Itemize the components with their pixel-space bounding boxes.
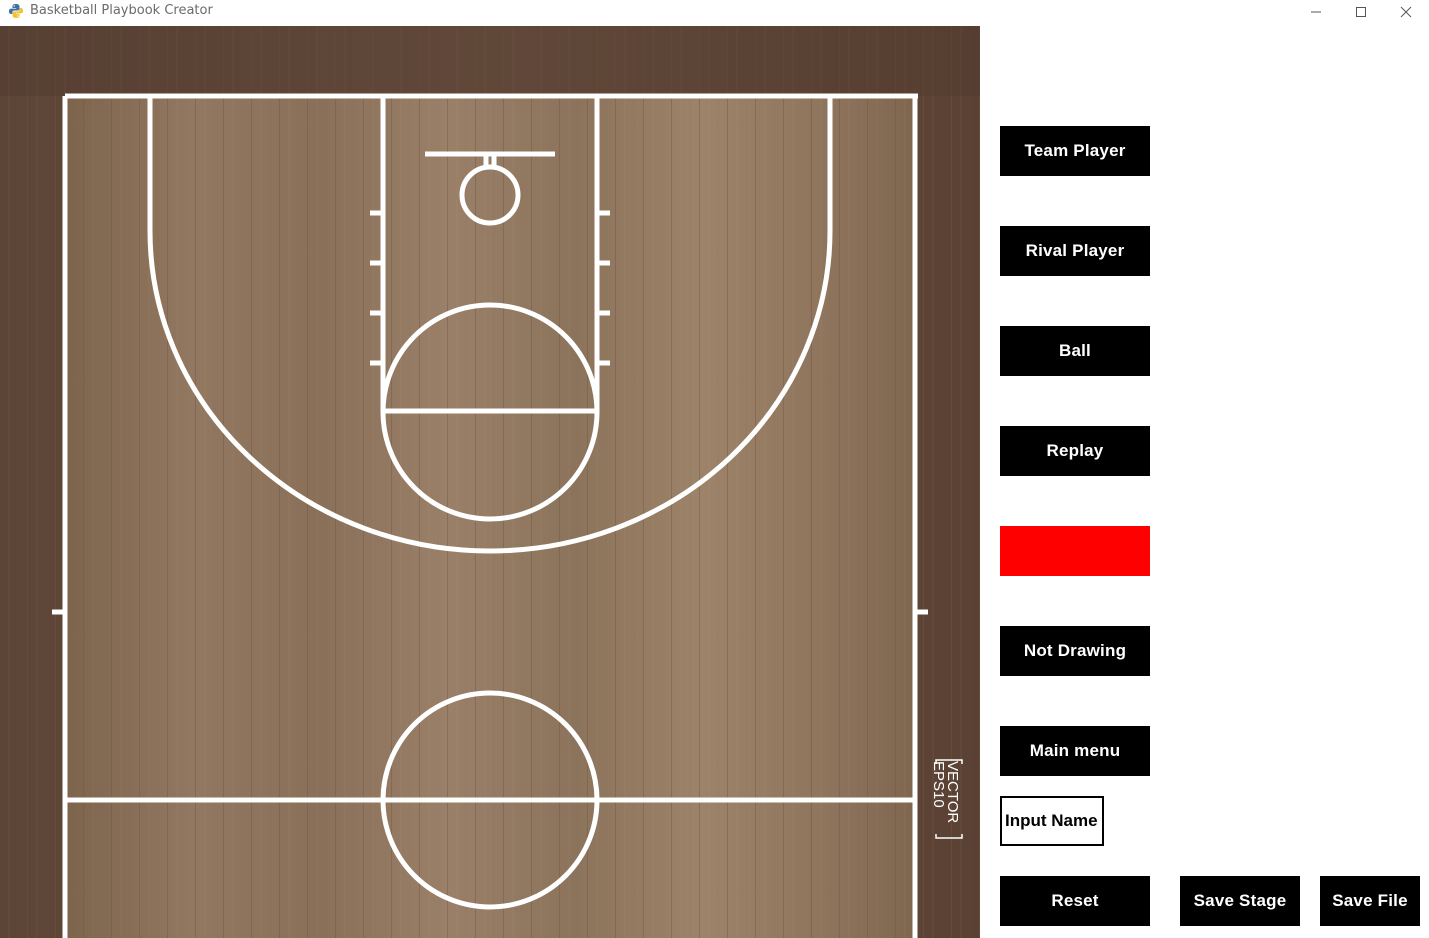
- court-canvas[interactable]: VECTOR EPS10: [0, 26, 980, 938]
- ball-button[interactable]: Ball: [1000, 326, 1150, 376]
- color-picker-button[interactable]: [1000, 526, 1150, 576]
- minimize-button[interactable]: [1293, 0, 1339, 24]
- drawing-toggle-label: Not Drawing: [1023, 641, 1127, 660]
- replay-label: Replay: [1046, 441, 1104, 460]
- maximize-icon: [1356, 7, 1366, 17]
- rival-player-button[interactable]: Rival Player: [1000, 226, 1150, 276]
- maximize-button[interactable]: [1338, 0, 1384, 24]
- drawing-toggle-button[interactable]: Not Drawing: [1000, 626, 1150, 676]
- reset-button[interactable]: Reset: [1000, 876, 1150, 926]
- save-file-button[interactable]: Save File: [1320, 876, 1420, 926]
- python-icon: [8, 3, 24, 19]
- name-input[interactable]: [1000, 796, 1104, 846]
- main-menu-label: Main menu: [1029, 741, 1121, 760]
- save-file-label: Save File: [1332, 891, 1408, 910]
- replay-button[interactable]: Replay: [1000, 426, 1150, 476]
- rival-player-label: Rival Player: [1025, 241, 1125, 260]
- save-stage-button[interactable]: Save Stage: [1180, 876, 1300, 926]
- watermark-line2: EPS10: [930, 761, 947, 808]
- save-stage-label: Save Stage: [1193, 891, 1287, 910]
- window-title: Basketball Playbook Creator: [30, 3, 213, 18]
- reset-label: Reset: [1051, 891, 1099, 910]
- minimize-icon: [1311, 11, 1321, 13]
- main-menu-button[interactable]: Main menu: [1000, 726, 1150, 776]
- team-player-label: Team Player: [1024, 141, 1126, 160]
- title-bar: Basketball Playbook Creator: [0, 0, 1429, 26]
- team-player-button[interactable]: Team Player: [1000, 126, 1150, 176]
- close-icon: [1400, 6, 1412, 18]
- close-button[interactable]: [1383, 0, 1429, 24]
- ball-label: Ball: [1059, 341, 1091, 360]
